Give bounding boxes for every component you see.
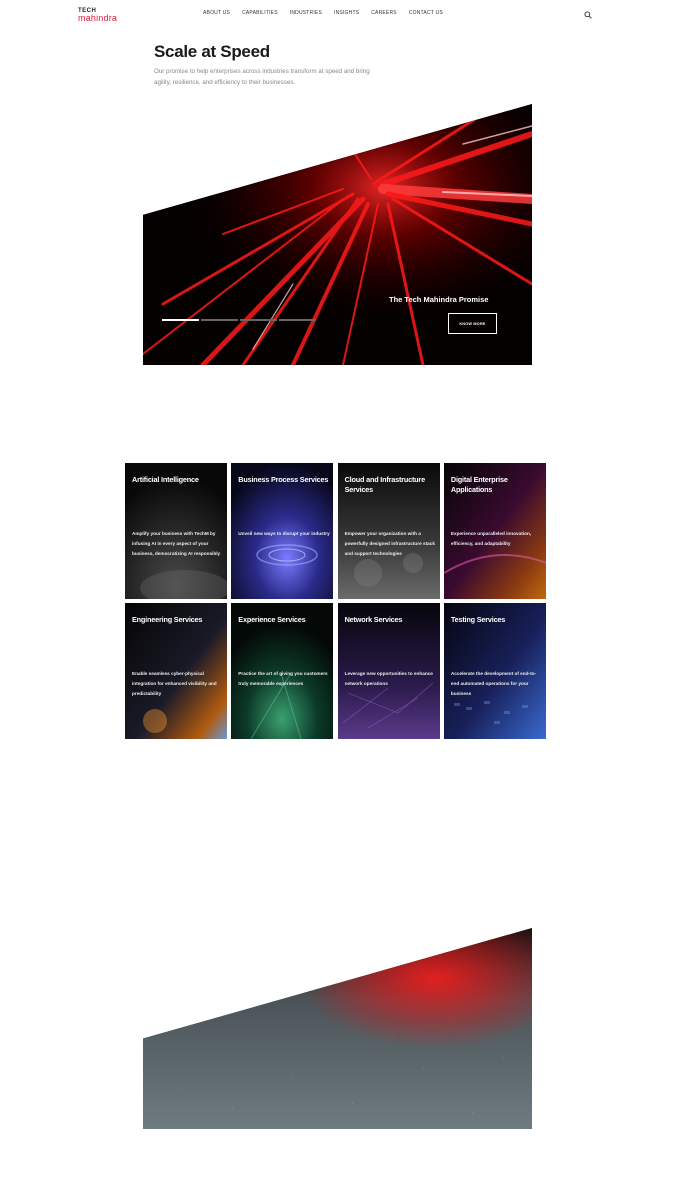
carousel-dot-4[interactable] [279, 319, 316, 321]
logo-line-2: mahindra [78, 13, 118, 23]
capability-card-network[interactable]: Network Services Leverage new opportunit… [337, 603, 440, 739]
card-description: Unveil new ways to disrupt your industry [238, 531, 330, 536]
floor-banner-image [143, 928, 532, 1129]
page-title: Scale at Speed [154, 42, 270, 61]
nav-industries[interactable]: INDUSTRIES [290, 10, 322, 16]
carousel-dot-1[interactable] [162, 319, 199, 321]
card-description: Enable seamless cyber-physical integrati… [132, 671, 217, 696]
card-title: Experience Services [238, 615, 306, 624]
card-title: Artificial Intelligence [132, 475, 199, 484]
tech-mahindra-logo[interactable]: TECH mahindra [78, 8, 117, 23]
capability-card-bps[interactable]: Business Process Services Unveil new way… [231, 463, 334, 599]
capability-card-experience[interactable]: Experience Services Practice the art of … [231, 603, 334, 739]
nav-capabilities[interactable]: CAPABILITIES [242, 10, 278, 16]
card-title: Digital Enterprise Applications [450, 475, 508, 494]
main-nav: ABOUT US CAPABILITIES INDUSTRIES INSIGHT… [203, 10, 455, 16]
card-description: Accelerate the development of end-to-end… [450, 671, 537, 696]
capabilities-grid: Artificial Intelligence Amplify your bus… [125, 463, 546, 739]
concrete-floor-image [143, 928, 532, 1129]
nav-about-us[interactable]: ABOUT US [203, 10, 230, 16]
nav-insights[interactable]: INSIGHTS [334, 10, 359, 16]
banner-caption: The Tech Mahindra Promise [389, 295, 489, 304]
capability-card-dea[interactable]: Digital Enterprise Applications Experien… [443, 463, 546, 599]
know-more-button[interactable]: KNOW MORE [448, 313, 497, 334]
capability-card-engineering[interactable]: Engineering Services Enable seamless cyb… [125, 603, 227, 739]
carousel-dot-3[interactable] [240, 319, 277, 321]
card-description: Experience unparalleled innovation, effi… [450, 531, 532, 546]
nav-careers[interactable]: CAREERS [371, 10, 397, 16]
card-title: Engineering Services [132, 615, 203, 624]
card-description: Empower your organization with a powerfu… [344, 531, 435, 556]
card-description: Amplify your business with TechM by infu… [132, 531, 221, 556]
card-description: Leverage new opportunities to enhance ne… [344, 671, 433, 686]
capability-card-ai[interactable]: Artificial Intelligence Amplify your bus… [125, 463, 227, 599]
carousel-dot-2[interactable] [201, 319, 238, 321]
search-icon[interactable] [584, 11, 592, 19]
card-title: Network Services [344, 615, 403, 624]
hero-description: Our promise to help enterprises across i… [154, 68, 370, 86]
card-title: Business Process Services [238, 475, 329, 484]
card-title: Cloud and Infrastructure Services [344, 475, 426, 494]
site-header: TECH mahindra ABOUT US CAPABILITIES INDU… [0, 0, 699, 32]
capability-card-cloud[interactable]: Cloud and Infrastructure Services Empowe… [337, 463, 440, 599]
capability-card-testing[interactable]: Testing Services Accelerate the developm… [443, 603, 546, 739]
card-description: Practice the art of giving you customers… [238, 671, 328, 686]
nav-contact-us[interactable]: CONTACT US [409, 10, 443, 16]
carousel-indicators [162, 319, 316, 321]
card-title: Testing Services [450, 615, 506, 624]
